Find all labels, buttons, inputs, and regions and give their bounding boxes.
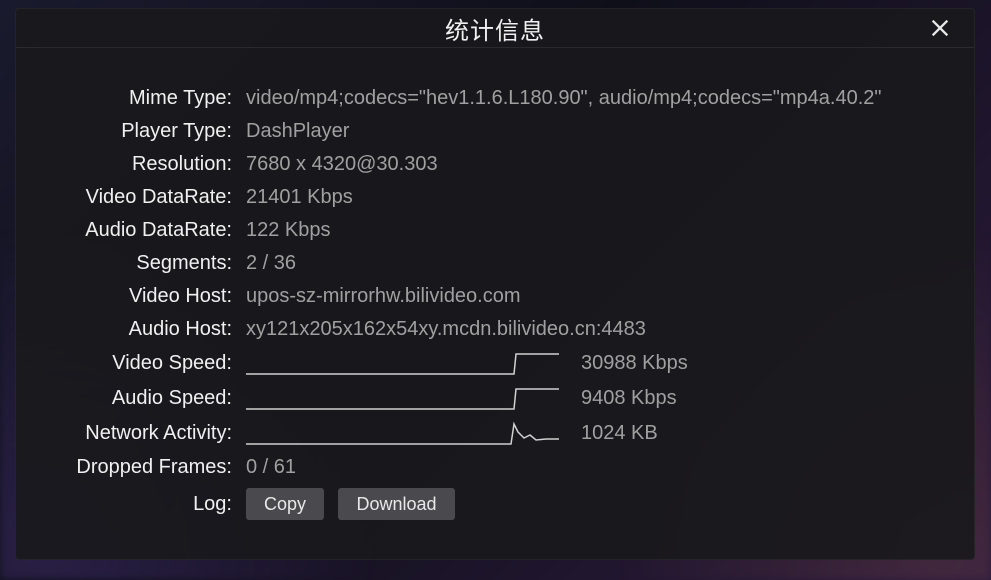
network-activity-graph xyxy=(246,420,559,446)
row-mime-type: Mime Type: video/mp4;codecs="hev1.1.6.L1… xyxy=(56,86,934,110)
label-video-host: Video Host: xyxy=(56,285,246,308)
label-player-type: Player Type: xyxy=(56,120,246,143)
value-video-speed: 30988 Kbps xyxy=(581,352,688,375)
audio-speed-graph xyxy=(246,385,559,411)
stats-panel: 统计信息 Mime Type: video/mp4;codecs="hev1.1… xyxy=(15,8,975,560)
value-network-activity: 1024 KB xyxy=(581,422,658,445)
row-resolution: Resolution: 7680 x 4320@30.303 xyxy=(56,152,934,176)
label-dropped-frames: Dropped Frames: xyxy=(56,456,246,479)
value-video-datarate: 21401 Kbps xyxy=(246,186,934,209)
row-audio-datarate: Audio DataRate: 122 Kbps xyxy=(56,218,934,242)
close-icon xyxy=(929,17,951,39)
label-audio-datarate: Audio DataRate: xyxy=(56,219,246,242)
label-audio-speed: Audio Speed: xyxy=(56,387,246,410)
row-network-activity: Network Activity: 1024 KB xyxy=(56,420,934,446)
value-player-type: DashPlayer xyxy=(246,120,934,143)
download-button[interactable]: Download xyxy=(338,488,454,520)
log-buttons: Copy Download xyxy=(246,488,465,520)
copy-button[interactable]: Copy xyxy=(246,488,324,520)
row-video-speed: Video Speed: 30988 Kbps xyxy=(56,350,934,376)
label-resolution: Resolution: xyxy=(56,153,246,176)
row-audio-speed: Audio Speed: 9408 Kbps xyxy=(56,385,934,411)
row-dropped-frames: Dropped Frames: 0 / 61 xyxy=(56,455,934,479)
label-mime-type: Mime Type: xyxy=(56,87,246,110)
row-segments: Segments: 2 / 36 xyxy=(56,251,934,275)
row-audio-host: Audio Host: xy121x205x162x54xy.mcdn.bili… xyxy=(56,317,934,341)
label-network-activity: Network Activity: xyxy=(56,422,246,445)
close-button[interactable] xyxy=(926,14,954,42)
value-audio-speed: 9408 Kbps xyxy=(581,387,677,410)
row-video-host: Video Host: upos-sz-mirrorhw.bilivideo.c… xyxy=(56,284,934,308)
panel-body: Mime Type: video/mp4;codecs="hev1.1.6.L1… xyxy=(16,48,974,559)
label-log: Log: xyxy=(56,493,246,516)
video-speed-graph xyxy=(246,350,559,376)
value-resolution: 7680 x 4320@30.303 xyxy=(246,153,934,176)
value-audio-datarate: 122 Kbps xyxy=(246,219,934,242)
label-segments: Segments: xyxy=(56,252,246,275)
panel-title: 统计信息 xyxy=(445,11,545,46)
value-video-host: upos-sz-mirrorhw.bilivideo.com xyxy=(246,285,934,308)
value-audio-host: xy121x205x162x54xy.mcdn.bilivideo.cn:448… xyxy=(246,318,934,341)
row-video-datarate: Video DataRate: 21401 Kbps xyxy=(56,185,934,209)
label-video-datarate: Video DataRate: xyxy=(56,186,246,209)
row-player-type: Player Type: DashPlayer xyxy=(56,119,934,143)
value-mime-type: video/mp4;codecs="hev1.1.6.L180.90", aud… xyxy=(246,87,934,110)
value-segments: 2 / 36 xyxy=(246,252,934,275)
row-log: Log: Copy Download xyxy=(56,488,934,520)
label-audio-host: Audio Host: xyxy=(56,318,246,341)
label-video-speed: Video Speed: xyxy=(56,352,246,375)
value-dropped-frames: 0 / 61 xyxy=(246,456,934,479)
panel-header: 统计信息 xyxy=(16,9,974,48)
